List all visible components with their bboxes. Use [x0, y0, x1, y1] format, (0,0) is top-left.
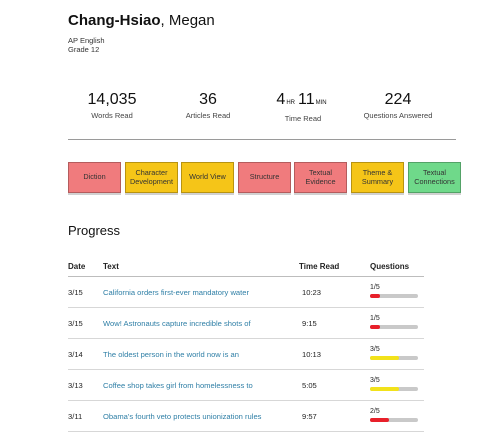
row-time-read: 10:23: [302, 288, 322, 297]
table-row: 3/15 California orders first-ever mandat…: [68, 277, 424, 308]
articles-read-value: 36: [199, 91, 217, 108]
stat-words-read: 14,035 Words Read: [62, 91, 162, 120]
words-read-label: Words Read: [91, 111, 133, 120]
time-read-hours: 4: [276, 91, 286, 108]
stat-time-read: 4HR 11MIN Time Read: [253, 91, 353, 123]
grade-level: Grade 12: [68, 45, 100, 54]
stats-divider: [68, 139, 456, 140]
skill-label: Theme & Summary: [361, 168, 394, 186]
minutes-unit: MIN: [315, 100, 327, 106]
row-date: 3/15: [68, 288, 83, 297]
row-time-read: 9:57: [302, 412, 317, 421]
article-link[interactable]: Coffee shop takes girl from homelessness…: [103, 381, 253, 390]
skill-label: Structure: [249, 172, 280, 182]
questions-score: 3/5: [370, 346, 418, 360]
article-link[interactable]: The oldest person in the world now is an: [103, 350, 239, 359]
score-bar-fill: [370, 356, 399, 360]
row-date: 3/14: [68, 350, 83, 359]
questions-score: 3/5: [370, 377, 418, 391]
article-link[interactable]: Obama's fourth veto protects unionizatio…: [103, 412, 261, 421]
questions-score-text: 1/5: [370, 284, 380, 291]
skill-textual-connections[interactable]: Textual Connections: [408, 162, 461, 193]
student-last-name: Chang-Hsiao: [68, 12, 161, 29]
skill-structure[interactable]: Structure: [238, 162, 291, 193]
score-bar-track: [370, 356, 418, 360]
score-bar-track: [370, 418, 418, 422]
skill-label: World View: [189, 172, 226, 182]
skill-diction[interactable]: Diction: [68, 162, 121, 193]
questions-answered-label: Questions Answered: [363, 111, 433, 120]
student-header: Chang-Hsiao, Megan AP English Grade 12: [68, 12, 215, 54]
table-row: 3/13 Coffee shop takes girl from homeles…: [68, 370, 424, 401]
column-header-time-read: Time Read: [299, 262, 340, 271]
stats-summary: 14,035 Words Read 36 Articles Read 4HR 11…: [68, 91, 456, 123]
skill-label: Character Development: [130, 168, 173, 186]
questions-answered-value: 224: [384, 91, 412, 108]
questions-score: 1/5: [370, 284, 418, 298]
score-bar-track: [370, 325, 418, 329]
course-name: AP English: [68, 36, 105, 45]
time-read-value: 4HR 11MIN: [253, 91, 353, 112]
questions-score-text: 1/5: [370, 315, 380, 322]
skill-theme-summary[interactable]: Theme & Summary: [351, 162, 404, 193]
table-row: 3/14 The oldest person in the world now …: [68, 339, 424, 370]
table-row: 3/15 Wow! Astronauts capture incredible …: [68, 308, 424, 339]
stat-questions-answered: 224 Questions Answered: [348, 91, 448, 120]
column-header-text: Text: [103, 262, 119, 271]
skill-world-view[interactable]: World View: [181, 162, 234, 193]
column-header-date: Date: [68, 262, 86, 271]
hours-unit: HR: [286, 100, 295, 106]
questions-score: 1/5: [370, 315, 418, 329]
table-row: 3/11 Obama's fourth veto protects unioni…: [68, 401, 424, 432]
table-header-row: Date Text Time Read Questions: [68, 260, 424, 277]
name-separator: ,: [160, 12, 165, 29]
score-bar-track: [370, 387, 418, 391]
article-link[interactable]: Wow! Astronauts capture incredible shots…: [103, 319, 251, 328]
skill-label: Textual Connections: [414, 168, 455, 186]
stat-articles-read: 36 Articles Read: [158, 91, 258, 120]
time-read-minutes: 11: [297, 91, 315, 108]
row-time-read: 5:05: [302, 381, 317, 390]
skill-textual-evidence[interactable]: Textual Evidence: [294, 162, 347, 193]
questions-score-text: 3/5: [370, 346, 380, 353]
skill-label: Textual Evidence: [305, 168, 336, 186]
progress-table: Date Text Time Read Questions 3/15 Calif…: [68, 260, 424, 432]
row-time-read: 10:13: [302, 350, 322, 359]
article-link[interactable]: California orders first-ever mandatory w…: [103, 288, 249, 297]
score-bar-fill: [370, 418, 390, 422]
score-bar-fill: [370, 387, 399, 391]
score-bar-track: [370, 294, 418, 298]
words-read-value: 14,035: [87, 91, 137, 108]
row-date: 3/13: [68, 381, 83, 390]
progress-title: Progress: [68, 223, 121, 238]
row-date: 3/11: [68, 412, 83, 421]
score-bar-fill: [370, 294, 380, 298]
articles-read-label: Articles Read: [185, 111, 231, 120]
skill-character-development[interactable]: Character Development: [125, 162, 178, 193]
student-first-name: Megan: [168, 12, 215, 29]
student-name: Chang-Hsiao, Megan: [68, 12, 215, 29]
score-bar-fill: [370, 325, 380, 329]
skills-bar: Diction Character Development World View…: [68, 162, 462, 195]
time-read-label: Time Read: [284, 114, 322, 123]
questions-score: 2/5: [370, 408, 418, 422]
questions-score-text: 2/5: [370, 408, 380, 415]
row-date: 3/15: [68, 319, 83, 328]
questions-score-text: 3/5: [370, 377, 380, 384]
skill-label: Diction: [83, 172, 106, 182]
column-header-questions: Questions: [370, 262, 410, 271]
row-time-read: 9:15: [302, 319, 317, 328]
